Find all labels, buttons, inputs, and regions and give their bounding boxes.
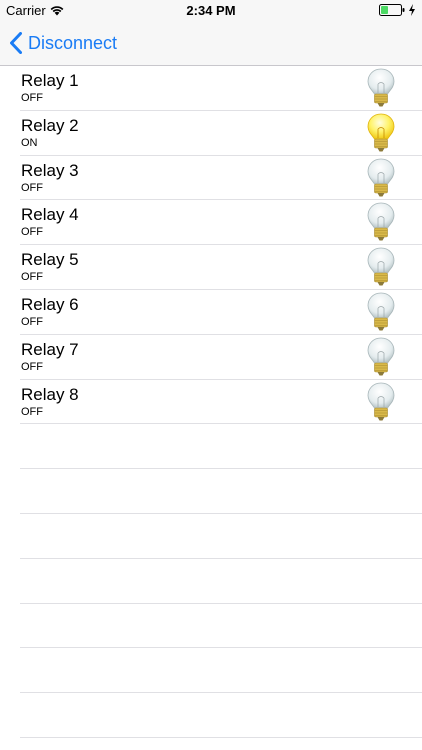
empty-row [20,604,422,649]
relay-state: OFF [21,360,43,373]
relay-row-8[interactable]: Relay 8 OFF [20,380,422,425]
lightbulb-off-icon[interactable] [366,382,396,422]
relay-name: Relay 4 [21,205,79,225]
empty-row [20,559,422,604]
disconnect-button[interactable]: Disconnect [10,32,117,54]
navigation-bar: Disconnect [0,22,422,66]
relay-name: Relay 2 [21,115,79,135]
empty-row [20,693,422,738]
status-bar: Carrier 2:34 PM [0,0,422,22]
chevron-left-icon [10,32,22,54]
relay-row-5[interactable]: Relay 5 OFF [20,245,422,290]
disconnect-label: Disconnect [28,32,118,53]
relay-row-2[interactable]: Relay 2 ON [20,111,422,156]
empty-row [20,514,422,559]
relay-state: OFF [21,226,43,239]
relay-state: OFF [21,181,43,194]
status-time: 2:34 PM [186,3,236,18]
lightbulb-off-icon[interactable] [366,68,396,108]
lightbulb-off-icon[interactable] [366,337,396,377]
relay-state: OFF [21,315,43,328]
charging-bolt-icon [409,4,415,16]
relay-name: Relay 1 [21,71,79,90]
lightbulb-off-icon[interactable] [366,158,396,198]
relay-row-3[interactable]: Relay 3 OFF [20,156,422,201]
relay-name: Relay 5 [21,250,79,270]
empty-row [20,648,422,694]
relay-table: Relay 1 OFF Relay 2 ON Relay 3 OFF Relay… [0,66,422,738]
battery-icon [379,4,405,16]
relay-name: Relay 3 [21,160,79,180]
relay-row-1[interactable]: Relay 1 OFF [20,66,422,111]
relay-name: Relay 7 [21,339,79,359]
relay-state: OFF [21,271,43,284]
relay-state: OFF [21,92,43,104]
status-right [379,4,416,16]
relay-row-4[interactable]: Relay 4 OFF [20,200,422,246]
lightbulb-on-icon[interactable] [366,113,396,153]
relay-state: OFF [21,405,43,418]
relay-row-7[interactable]: Relay 7 OFF [20,335,422,380]
relay-name: Relay 8 [21,384,79,404]
lightbulb-off-icon[interactable] [366,247,396,287]
lightbulb-off-icon[interactable] [366,202,396,242]
empty-row [20,424,422,470]
relay-row-6[interactable]: Relay 6 OFF [20,290,422,335]
empty-row [20,469,422,514]
lightbulb-off-icon[interactable] [366,292,396,332]
relay-state: ON [21,136,38,149]
relay-name: Relay 6 [21,294,79,314]
